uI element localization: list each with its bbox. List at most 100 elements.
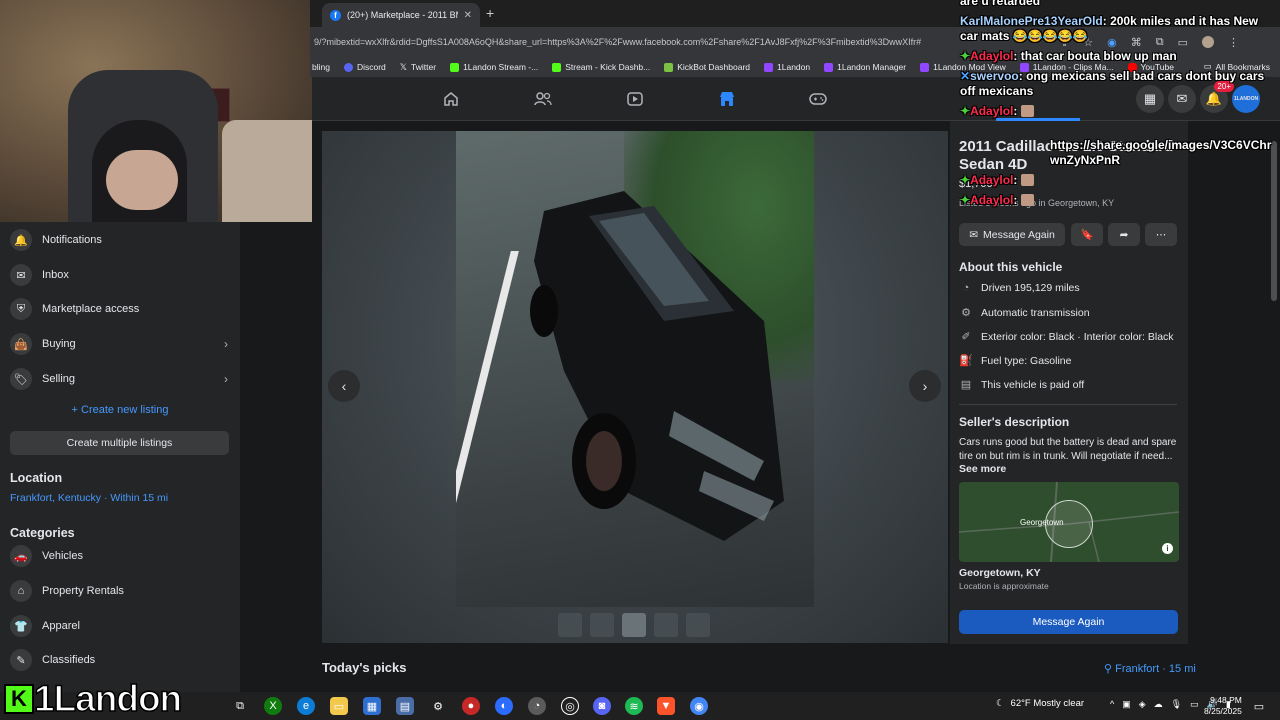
app-icon[interactable]: ◐ (495, 697, 513, 715)
chat-username: Adaylol (970, 104, 1014, 118)
create-multiple-listings-button[interactable]: Create multiple listings (10, 431, 229, 455)
close-icon[interactable]: ✕ (464, 10, 472, 21)
network-icon[interactable]: ▭ (1190, 699, 1199, 710)
url-field[interactable]: 9/?mibextid=wxXlfr&rdid=DgffsS1A008A6oQH… (310, 37, 1050, 47)
tray-app-icon[interactable]: ◈ (1139, 699, 1146, 710)
badge-icon: ✦ (960, 104, 971, 118)
bookmark-label: bling (312, 62, 330, 72)
thumbnail[interactable] (686, 613, 710, 637)
sidebar-item-marketplace-access[interactable]: ⛨ Marketplace access (10, 294, 230, 324)
listing-photo[interactable] (456, 131, 814, 607)
nav-video-icon[interactable] (625, 89, 645, 109)
thumbnail-selected[interactable] (622, 613, 646, 637)
more-options-button[interactable]: ⋯ (1145, 223, 1177, 246)
bookmark-item[interactable]: bling (312, 62, 330, 72)
bookmark-item[interactable]: 𝕏 Twitter (400, 62, 436, 73)
windows-taskbar: ⧉ X e ▭ ▦ ▤ ⚙ ● ◐ ◔ ◎ ◙ ≋ ▼ ◉ (0, 692, 1280, 720)
sidebar-category-apparel[interactable]: 👕 Apparel (10, 611, 230, 641)
previous-photo-button[interactable]: ‹ (328, 370, 360, 402)
calculator-icon[interactable]: ▤ (396, 697, 414, 715)
sidebar-category-vehicles[interactable]: 🚗 Vehicles (10, 541, 230, 571)
sidebar-item-buying[interactable]: 👜 Buying › (10, 329, 230, 359)
message-again-label: Message Again (983, 228, 1055, 241)
task-view-icon[interactable]: ⧉ (231, 697, 249, 715)
browser-tab[interactable]: f (20+) Marketplace - 2011 BMW ✕ (322, 3, 480, 27)
location-map[interactable]: Georgetown i (959, 482, 1179, 562)
marketplace-sidebar: 🔔 Notifications ✉ Inbox ⛨ Marketplace ac… (0, 222, 240, 692)
cloud-icon[interactable]: ☁ (1154, 699, 1163, 710)
sidebar-category-classifieds[interactable]: ✎ Classifieds (10, 645, 230, 675)
bookmark-item[interactable]: Stream - Kick Dashb... (552, 62, 650, 72)
weather-widget[interactable]: ☾ 62°F Mostly clear (996, 698, 1084, 709)
bookmark-item[interactable]: 1Landon Manager (824, 62, 906, 72)
inbox-icon: ✉ (10, 264, 32, 286)
nav-home-icon[interactable] (441, 89, 461, 109)
vehicle-fuel: ⛽ Fuel type: Gasoline (959, 354, 1071, 368)
app-icon[interactable]: ● (462, 697, 480, 715)
message-again-button[interactable]: ✉ Message Again (959, 223, 1065, 246)
pin-icon: ⚲ (1104, 663, 1113, 675)
speedometer-icon: ◔ (962, 282, 970, 294)
info-icon[interactable]: i (1162, 543, 1173, 554)
fuel-icon: ⛽ (959, 355, 973, 367)
next-photo-button[interactable]: › (909, 370, 941, 402)
chrome-icon[interactable]: ◉ (690, 697, 708, 715)
chevron-up-icon[interactable]: ^ (1110, 699, 1114, 710)
thumbnail[interactable] (654, 613, 678, 637)
thumbnail[interactable] (590, 613, 614, 637)
see-more-link[interactable]: See more (959, 463, 1006, 475)
chevron-right-icon: › (224, 337, 228, 351)
app-icon[interactable]: ◔ (528, 697, 546, 715)
taskbar-clock[interactable]: 9:48 PM 8/25/2025 (1204, 695, 1242, 717)
tray-app-icon[interactable]: ▣ (1122, 699, 1131, 710)
microphone-icon[interactable]: 🎙 (1171, 699, 1182, 710)
save-button[interactable]: 🔖 (1071, 223, 1103, 246)
settings-icon[interactable]: ⚙ (429, 697, 447, 715)
chat-text: https://share.google/images/V3C6VChrwnZy… (1050, 138, 1272, 167)
bookmark-item[interactable]: KickBot Dashboard (664, 62, 750, 72)
webcam-face (106, 150, 178, 210)
share-button[interactable]: ➦ (1108, 223, 1140, 246)
map-town-label: Georgetown (1020, 518, 1064, 527)
message-again-primary-button[interactable]: Message Again (959, 610, 1178, 634)
badge-icon: ✦ (960, 49, 971, 63)
sidebar-category-property-rentals[interactable]: ⌂ Property Rentals (10, 576, 230, 606)
map-location-name: Georgetown, KY (959, 567, 1041, 579)
xbox-icon[interactable]: X (264, 697, 282, 715)
sidebar-item-notifications[interactable]: 🔔 Notifications (10, 225, 230, 255)
nav-friends-icon[interactable] (533, 89, 553, 109)
chat-message: are u retarded (960, 0, 1278, 9)
edge-icon[interactable]: e (297, 697, 315, 715)
create-new-listing-link[interactable]: + Create new listing (10, 404, 230, 416)
bookmark-item[interactable]: 1Landon (764, 62, 810, 72)
obs-icon[interactable]: ◎ (561, 697, 579, 715)
file-explorer-icon[interactable]: ▭ (330, 697, 348, 715)
sidebar-item-selling[interactable]: 🏷 Selling › (10, 364, 230, 394)
vehicle-paid-off: ▤ This vehicle is paid off (959, 378, 1084, 392)
brave-icon[interactable]: ▼ (657, 697, 675, 715)
nav-marketplace-icon[interactable] (717, 89, 737, 109)
sidebar-item-label: Classifieds (42, 654, 96, 666)
sidebar-item-label: Vehicles (42, 550, 83, 562)
car-icon: 🚗 (10, 545, 32, 567)
todays-picks-location[interactable]: ⚲ Frankfort · 15 mi (1104, 662, 1196, 675)
kick-icon (552, 62, 562, 72)
spotify-icon[interactable]: ≋ (625, 697, 643, 715)
discord-icon[interactable]: ◙ (593, 697, 611, 715)
bookmark-icon: 🔖 (1080, 229, 1094, 241)
bookmark-label: Stream - Kick Dashb... (565, 62, 651, 72)
sidebar-item-inbox[interactable]: ✉ Inbox (10, 260, 230, 290)
vehicle-mileage: ◔ Driven 195,129 miles (959, 282, 1080, 294)
nav-gaming-icon[interactable] (808, 89, 828, 109)
new-tab-button[interactable]: + (486, 5, 494, 21)
thumbnail[interactable] (558, 613, 582, 637)
bookmark-label: 1Landon Stream -... (463, 62, 539, 72)
stream-chat-overlay: are u retarded KarlMalonePre13YearOld: 2… (958, 0, 1280, 210)
chat-message: ✦Adaylol: (960, 104, 1278, 119)
store-icon[interactable]: ▦ (363, 697, 381, 715)
tag-icon: 🏷 (10, 368, 32, 390)
bookmark-item[interactable]: Discord (343, 62, 386, 72)
location-link[interactable]: Frankfort, Kentucky · Within 15 mi (10, 492, 168, 504)
bookmark-item[interactable]: 1Landon Stream -... (450, 62, 538, 72)
notification-center-icon[interactable]: ▭ (1250, 697, 1268, 715)
